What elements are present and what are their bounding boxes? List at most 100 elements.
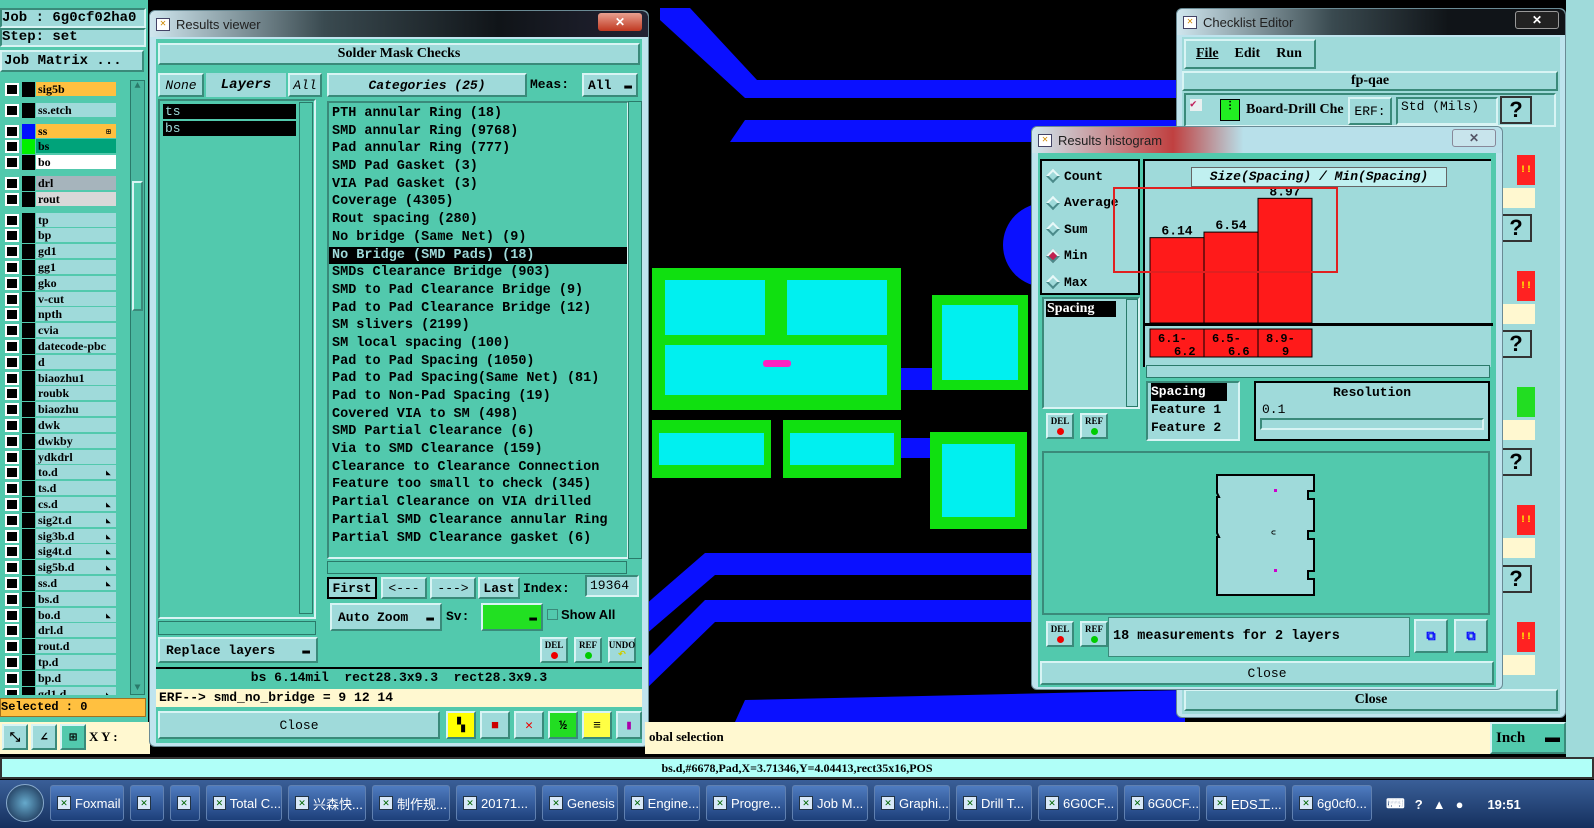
layer-name[interactable]: cvia: [36, 323, 116, 338]
board-preview[interactable]: ⊂: [1042, 451, 1490, 615]
keyboard-icon[interactable]: ⌨: [1386, 796, 1405, 812]
layer-row[interactable]: drl: [2, 176, 116, 191]
category-item[interactable]: Covered VIA to SM (498): [329, 406, 627, 424]
category-vscroll[interactable]: [628, 101, 642, 559]
layers-button[interactable]: Layers: [206, 73, 286, 97]
categories-button[interactable]: Categories (25): [327, 73, 527, 97]
layer-checkbox[interactable]: [5, 103, 19, 117]
layer-checkbox[interactable]: [5, 608, 19, 622]
status-error-indicator[interactable]: !!: [1517, 271, 1535, 301]
layer-checkbox[interactable]: [5, 434, 19, 448]
layer-row[interactable]: d: [2, 354, 116, 370]
export-icon[interactable]: ⧉: [1414, 619, 1448, 653]
status-error-indicator[interactable]: !!: [1517, 505, 1535, 535]
meas-dropdown[interactable]: All ▬: [582, 73, 638, 97]
results-viewer-titlebar[interactable]: ✕ Results viewer ✕: [150, 11, 648, 37]
layer-row[interactable]: biaozhu: [2, 402, 116, 418]
item-checkbox[interactable]: ✔: [1190, 99, 1202, 111]
layer-name[interactable]: sig3b.d: [36, 528, 116, 543]
taskbar-item[interactable]: ✕ Total C...: [206, 785, 282, 821]
taskbar-item[interactable]: ✕: [170, 785, 200, 821]
layer-row[interactable]: dwk: [2, 418, 116, 433]
layer-checkbox[interactable]: [5, 529, 19, 543]
layer-row[interactable]: datecode-pbc: [2, 339, 116, 354]
taskbar-item[interactable]: ✕ 6G0CF...: [1038, 785, 1118, 821]
category-item[interactable]: SMD Partial Clearance (6): [329, 423, 627, 441]
histogram-titlebar[interactable]: ✕ Results histogram ✕: [1032, 127, 1502, 153]
highlight-icon[interactable]: ■: [480, 711, 510, 739]
category-item[interactable]: Feature too small to check (345): [329, 476, 627, 494]
taskbar-item[interactable]: ✕ Engine...: [624, 785, 700, 821]
layer-checkbox[interactable]: [5, 229, 19, 243]
taskbar-item[interactable]: ✕ Job M...: [792, 785, 868, 821]
layer-checkbox[interactable]: [5, 498, 19, 511]
layer-checkbox[interactable]: [5, 577, 19, 590]
layer-name[interactable]: v-cut: [36, 291, 116, 306]
scroll-thumb[interactable]: [132, 181, 143, 311]
taskbar-item[interactable]: ✕ 6G0CF...: [1124, 785, 1200, 821]
layer-checkbox[interactable]: [5, 140, 19, 154]
layer-row[interactable]: ss.etch: [2, 102, 116, 118]
taskbar-item[interactable]: ✕ Drill T...: [956, 785, 1032, 821]
menu-file[interactable]: File: [1196, 46, 1219, 62]
category-item[interactable]: PTH annular Ring (18): [329, 105, 627, 123]
resolution-slider[interactable]: [1260, 418, 1484, 430]
del-button[interactable]: DEL: [1046, 413, 1074, 439]
layer-row[interactable]: ydkdrl: [2, 449, 116, 465]
field-item[interactable]: Feature 2: [1151, 419, 1238, 437]
layer-name[interactable]: rout.d: [36, 639, 116, 654]
layer-name[interactable]: sig5b: [36, 82, 116, 96]
histogram-icon[interactable]: ▮: [616, 711, 642, 739]
category-item[interactable]: Partial SMD Clearance gasket (6): [329, 530, 627, 548]
layer-results-list[interactable]: ts bs: [158, 99, 316, 619]
layer-name[interactable]: bo.d: [36, 607, 116, 622]
auto-zoom-dropdown[interactable]: Auto Zoom ▬: [330, 603, 442, 631]
taskbar-item[interactable]: ✕ Foxmail: [50, 785, 124, 821]
undo-button[interactable]: UNDO ↶: [608, 637, 636, 663]
all-button[interactable]: All: [288, 73, 322, 97]
layer-checkbox[interactable]: [5, 245, 19, 259]
first-button[interactable]: First: [327, 577, 377, 599]
layer-name[interactable]: bp: [36, 228, 116, 243]
taskbar-item[interactable]: ✕ 兴森快...: [288, 785, 366, 821]
layer-name[interactable]: datecode-pbc: [36, 339, 116, 353]
measure-icon[interactable]: ∠: [31, 724, 57, 750]
category-hscroll[interactable]: [327, 561, 627, 574]
layer-row[interactable]: biaozhu1: [2, 370, 116, 386]
close-window-button[interactable]: ✕: [598, 13, 642, 31]
layer-row[interactable]: sig5b.d ◣: [2, 560, 116, 576]
taskbar-item[interactable]: ✕ 20171...: [456, 785, 536, 821]
layer-name[interactable]: biaozhu: [36, 402, 116, 417]
erf-field[interactable]: Std (Mils): [1396, 97, 1498, 125]
layer-name[interactable]: ydkdrl: [36, 449, 116, 464]
taskbar-item[interactable]: ✕: [130, 785, 164, 821]
import-icon[interactable]: ⧉: [1454, 619, 1488, 653]
layer-checkbox[interactable]: [5, 545, 19, 559]
layer-checkbox[interactable]: [5, 403, 19, 417]
layer-row[interactable]: gd1.d◣: [2, 686, 116, 695]
layer-name[interactable]: dwk: [36, 418, 116, 432]
category-item[interactable]: No bridge (Same Net) (9): [329, 229, 627, 247]
layer-checkbox[interactable]: [5, 324, 19, 338]
layer-checkbox[interactable]: [5, 340, 19, 353]
layer-name[interactable]: sig4t.d: [36, 544, 116, 559]
taskbar-item[interactable]: ✕ Progre...: [706, 785, 786, 821]
layer-name[interactable]: bo: [36, 155, 116, 170]
layer-checkbox[interactable]: [5, 387, 19, 401]
category-item[interactable]: Pad to Pad Spacing (1050): [329, 353, 627, 371]
ref-button[interactable]: REF: [1080, 621, 1108, 647]
layer-name[interactable]: gko: [36, 275, 116, 290]
layer-checkbox[interactable]: [5, 192, 19, 206]
close-window-button[interactable]: ✕: [1515, 11, 1559, 29]
item-name[interactable]: Board-Drill Che: [1246, 102, 1354, 118]
category-item[interactable]: VIA Pad Gasket (3): [329, 176, 627, 194]
layer-row[interactable]: cvia: [2, 323, 116, 339]
layer-checkbox[interactable]: [5, 482, 19, 496]
layer-checkbox[interactable]: [5, 419, 19, 432]
attribute-item[interactable]: Spacing: [1046, 301, 1116, 317]
zoom-fit-icon[interactable]: ⤡: [2, 724, 28, 750]
category-item[interactable]: Via to SMD Clearance (159): [329, 441, 627, 459]
layer-name[interactable]: drl: [36, 176, 116, 190]
layer-item[interactable]: bs: [163, 121, 296, 136]
category-item[interactable]: SMD annular Ring (9768): [329, 123, 627, 141]
